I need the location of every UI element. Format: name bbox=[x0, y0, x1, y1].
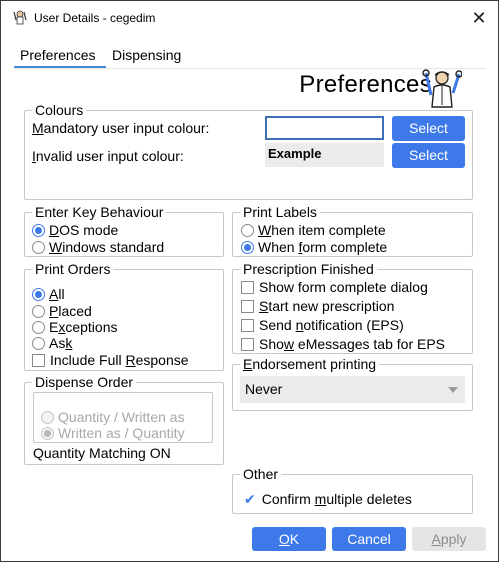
checkbox-include-full-response[interactable]: Include Full Response bbox=[32, 352, 189, 369]
radio-indicator bbox=[32, 305, 45, 318]
other-legend: Other bbox=[243, 466, 279, 482]
endorsement-value: Never bbox=[245, 381, 283, 397]
colours-legend: Colours bbox=[35, 102, 84, 118]
ok-button[interactable]: OK bbox=[252, 527, 326, 551]
radio-quantity-written-as: Quantity / Written as bbox=[41, 409, 185, 426]
checkbox-indicator bbox=[241, 319, 254, 332]
tab-divider bbox=[14, 68, 486, 69]
radio-when-item-complete[interactable]: When item complete bbox=[241, 222, 386, 239]
checkbox-indicator bbox=[32, 354, 45, 367]
radio-indicator bbox=[32, 241, 45, 254]
checkbox-confirm-multiple-deletes[interactable]: ✔ Confirm multiple deletes bbox=[241, 491, 412, 508]
radio-ask[interactable]: Ask bbox=[32, 335, 72, 352]
user-details-window: User Details - cegedim ✕ Preferences Dis… bbox=[0, 0, 499, 562]
radio-windows-standard[interactable]: Windows standard bbox=[32, 239, 164, 256]
mandatory-colour-select-button[interactable]: Select bbox=[392, 116, 465, 141]
checkbox-indicator bbox=[241, 338, 254, 351]
radio-indicator bbox=[241, 224, 254, 237]
quantity-matching-status: Quantity Matching ON bbox=[33, 445, 171, 461]
radio-indicator bbox=[241, 241, 254, 254]
checkmark-icon: ✔ bbox=[244, 491, 256, 507]
mandatory-colour-label: Mandatory user input colour: bbox=[32, 120, 210, 136]
enter-key-legend: Enter Key Behaviour bbox=[35, 204, 164, 220]
checkbox-indicator bbox=[241, 300, 254, 313]
radio-indicator bbox=[32, 288, 45, 301]
print-orders-legend: Print Orders bbox=[35, 261, 111, 277]
close-icon[interactable]: ✕ bbox=[466, 6, 492, 30]
chevron-down-icon bbox=[448, 387, 458, 393]
radio-placed[interactable]: Placed bbox=[32, 303, 92, 320]
endorsement-dropdown[interactable]: Never bbox=[240, 376, 465, 403]
radio-indicator bbox=[32, 224, 45, 237]
window-title: User Details - cegedim bbox=[34, 11, 156, 25]
radio-dos-mode[interactable]: DOS mode bbox=[32, 222, 118, 239]
checkbox-show-form-complete-dialog[interactable]: Show form complete dialog bbox=[241, 279, 428, 296]
radio-when-form-complete[interactable]: When form complete bbox=[241, 239, 387, 256]
apply-button[interactable]: Apply bbox=[412, 527, 486, 551]
checkbox-send-notification-eps[interactable]: Send notification (EPS) bbox=[241, 317, 404, 334]
prescription-finished-legend: Prescription Finished bbox=[243, 261, 374, 277]
checkbox-show-emessages-tab[interactable]: Show eMessages tab for EPS bbox=[241, 336, 445, 353]
radio-exceptions[interactable]: Exceptions bbox=[32, 319, 118, 336]
radio-indicator bbox=[32, 337, 45, 350]
endorsement-legend: Endorsement printing bbox=[243, 356, 377, 372]
radio-written-as-quantity: Written as / Quantity bbox=[41, 425, 185, 442]
print-labels-legend: Print Labels bbox=[243, 204, 317, 220]
cancel-button[interactable]: Cancel bbox=[332, 527, 406, 551]
radio-indicator bbox=[41, 427, 54, 440]
tab-dispensing[interactable]: Dispensing bbox=[106, 45, 187, 68]
tab-preferences[interactable]: Preferences bbox=[14, 45, 106, 68]
radio-indicator bbox=[41, 411, 54, 424]
radio-all[interactable]: All bbox=[32, 286, 65, 303]
title-bar[interactable]: User Details - cegedim ✕ bbox=[1, 1, 498, 35]
radio-indicator bbox=[32, 321, 45, 334]
checkbox-start-new-prescription[interactable]: Start new prescription bbox=[241, 298, 394, 315]
app-icon bbox=[13, 10, 27, 25]
mandatory-colour-swatch[interactable] bbox=[265, 116, 384, 140]
invalid-colour-label: Invalid user input colour: bbox=[32, 148, 184, 164]
invalid-colour-example: Example bbox=[265, 143, 384, 167]
invalid-colour-select-button[interactable]: Select bbox=[392, 143, 465, 168]
dispense-order-legend: Dispense Order bbox=[35, 374, 134, 390]
page-title: Preferences bbox=[299, 71, 432, 98]
checkbox-indicator bbox=[241, 281, 254, 294]
